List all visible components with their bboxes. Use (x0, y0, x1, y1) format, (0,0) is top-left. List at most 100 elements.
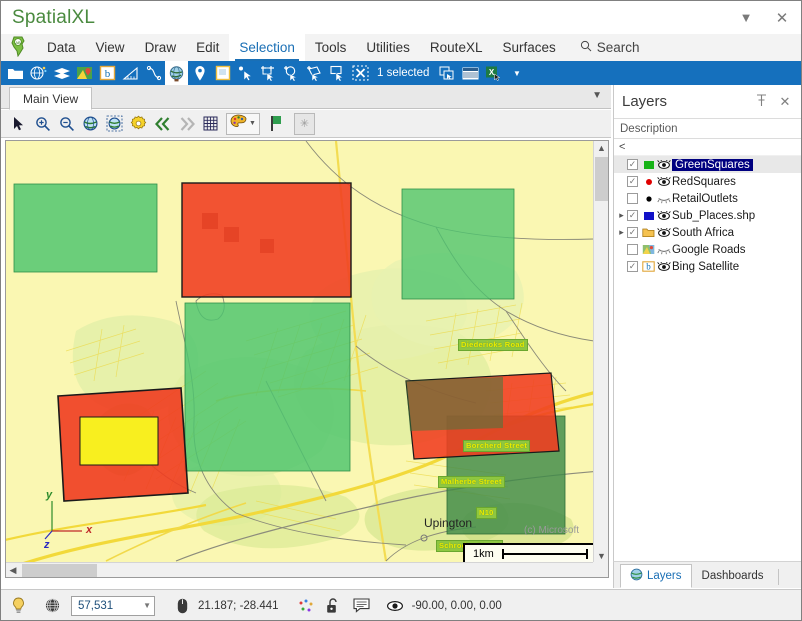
menu-item-selection[interactable]: Selection (229, 34, 305, 61)
bookmark-flag-icon[interactable] (265, 113, 288, 135)
note-window-icon[interactable] (211, 61, 234, 85)
status-scale-item[interactable]: 57,531 ▼ (69, 590, 155, 621)
layer-row-bing-satellite[interactable]: ✓ b Bing Satellite (614, 258, 801, 275)
layer-visibility-checkbox[interactable]: ✓ (627, 261, 638, 272)
globe-wire-icon[interactable] (35, 597, 69, 614)
tree-root-node[interactable]: < (614, 139, 801, 156)
folder-icon[interactable] (4, 61, 27, 85)
status-lock-item[interactable] (319, 590, 347, 621)
grid-icon[interactable] (199, 113, 222, 135)
layer-eye-icon[interactable] (656, 210, 672, 221)
layer-row-south-africa[interactable]: ▸ ✓ South Africa (614, 224, 801, 241)
close-window-button[interactable]: ✕ (763, 5, 801, 31)
table-icon[interactable] (459, 61, 482, 85)
scale-dropdown[interactable]: 57,531 ▼ (71, 595, 155, 616)
layer-row-redsquares[interactable]: ✓ RedSquares (614, 173, 801, 190)
layer-visibility-checkbox[interactable]: ✓ (627, 227, 638, 238)
layer-row-greensquares[interactable]: ✓ GreenSquares (614, 156, 801, 173)
menu-item-tools[interactable]: Tools (305, 34, 357, 61)
scroll-left-arrow[interactable]: ◀ (6, 563, 20, 577)
menu-label: Draw (144, 40, 177, 55)
layers-stack-icon[interactable] (50, 61, 73, 85)
map-horizontal-scrollbar[interactable]: ◀ (6, 562, 594, 577)
scroll-down-arrow[interactable]: ▼ (594, 549, 608, 563)
map-vertical-scrollbar[interactable]: ▲ ▼ (593, 141, 608, 563)
route-curve-icon[interactable] (142, 61, 165, 85)
lightbulb-icon[interactable] (1, 597, 35, 615)
status-projection-item[interactable] (35, 590, 69, 621)
copy-selection-icon[interactable] (436, 61, 459, 85)
panel-tab-dashboards[interactable]: Dashboards (692, 564, 774, 588)
clear-selection-icon[interactable] (349, 61, 372, 85)
layer-expander[interactable]: ▸ (616, 210, 627, 221)
snap-dots-icon[interactable] (293, 599, 319, 613)
map-pin-image-icon[interactable] (73, 61, 96, 85)
red-point-symbol (641, 177, 656, 187)
layer-row-sub-places[interactable]: ▸ ✓ Sub_Places.shp (614, 207, 801, 224)
layer-eye-icon[interactable] (656, 176, 672, 187)
measure-ruler-icon[interactable] (119, 61, 142, 85)
status-hint-item[interactable] (1, 590, 35, 621)
palette-dropdown[interactable]: ▼ (226, 112, 260, 135)
menu-item-utilities[interactable]: Utilities (356, 34, 420, 61)
layer-visibility-checkbox[interactable] (627, 244, 638, 255)
layer-expander[interactable]: ▸ (616, 227, 627, 238)
layer-eye-icon[interactable] (656, 227, 672, 238)
layer-row-google-roads[interactable]: Google Roads (614, 241, 801, 258)
layer-row-retailoutlets[interactable]: RetailOutlets (614, 190, 801, 207)
select-circle-icon[interactable] (280, 61, 303, 85)
layers-panel: Layers ✕ Description < ✓ GreenSquares ✓ … (613, 85, 801, 588)
close-icon[interactable]: ✕ (777, 94, 793, 110)
status-snap-item[interactable] (279, 590, 319, 621)
menu-item-routexl[interactable]: RouteXL (420, 34, 493, 61)
menu-item-draw[interactable]: Draw (135, 34, 187, 61)
map-canvas[interactable]: Upington Diederioks Road Borcherd Street… (6, 141, 594, 563)
status-message-item[interactable] (347, 590, 377, 621)
unlock-icon[interactable] (319, 597, 347, 614)
select-box-icon[interactable] (326, 61, 349, 85)
layer-eye-closed-icon[interactable] (656, 245, 672, 255)
globe-zoom-full-icon[interactable] (79, 113, 102, 135)
layer-visibility-checkbox[interactable]: ✓ (627, 210, 638, 221)
search-box[interactable]: Search (566, 34, 650, 61)
star-icon[interactable]: ✳ (293, 112, 315, 135)
globe-zoom-layer-icon[interactable] (103, 113, 126, 135)
map-view[interactable]: Upington Diederioks Road Borcherd Street… (5, 140, 609, 578)
menu-item-data[interactable]: Data (37, 34, 86, 61)
menu-item-edit[interactable]: Edit (186, 34, 229, 61)
previous-extent-icon[interactable] (151, 113, 174, 135)
menu-item-view[interactable]: View (86, 34, 135, 61)
select-point-icon[interactable] (234, 61, 257, 85)
tabstrip-overflow-icon[interactable]: ▼ (592, 90, 602, 101)
minimize-ribbon-button[interactable]: ▼ (729, 5, 763, 31)
panel-tab-layers[interactable]: Layers (620, 564, 692, 588)
scroll-up-arrow[interactable]: ▲ (594, 141, 608, 155)
tab-main-view[interactable]: Main View (9, 87, 93, 110)
select-rect-icon[interactable] (257, 61, 280, 85)
globe-icon[interactable] (165, 61, 188, 85)
layer-visibility-checkbox[interactable]: ✓ (627, 176, 638, 187)
scroll-v-thumb[interactable] (595, 157, 608, 201)
menu-item-surfaces[interactable]: Surfaces (492, 34, 565, 61)
excel-export-icon[interactable]: X (482, 61, 505, 85)
pin-icon[interactable] (753, 93, 769, 110)
zoom-in-icon[interactable] (31, 113, 54, 135)
layer-eye-icon[interactable] (656, 159, 672, 170)
zoom-out-icon[interactable] (55, 113, 78, 135)
globe-palette-icon[interactable] (27, 61, 50, 85)
street-label-borcherd-street: Borcherd Street (463, 440, 531, 452)
select-polygon-icon[interactable] (303, 61, 326, 85)
ribbon-overflow-icon[interactable]: ▼ (505, 61, 528, 85)
africa-logo-icon[interactable]: AB (1, 34, 37, 61)
layer-eye-icon[interactable] (656, 261, 672, 272)
layer-visibility-checkbox[interactable]: ✓ (627, 159, 638, 170)
settings-gear-icon[interactable] (127, 113, 150, 135)
layer-visibility-checkbox[interactable] (627, 193, 638, 204)
layer-eye-closed-icon[interactable] (656, 194, 672, 204)
location-pin-icon[interactable] (188, 61, 211, 85)
next-extent-icon[interactable] (175, 113, 198, 135)
bing-icon[interactable]: b (96, 61, 119, 85)
scroll-h-thumb[interactable] (22, 564, 97, 577)
message-icon[interactable] (347, 598, 377, 613)
arrow-pointer-icon[interactable] (7, 113, 30, 135)
